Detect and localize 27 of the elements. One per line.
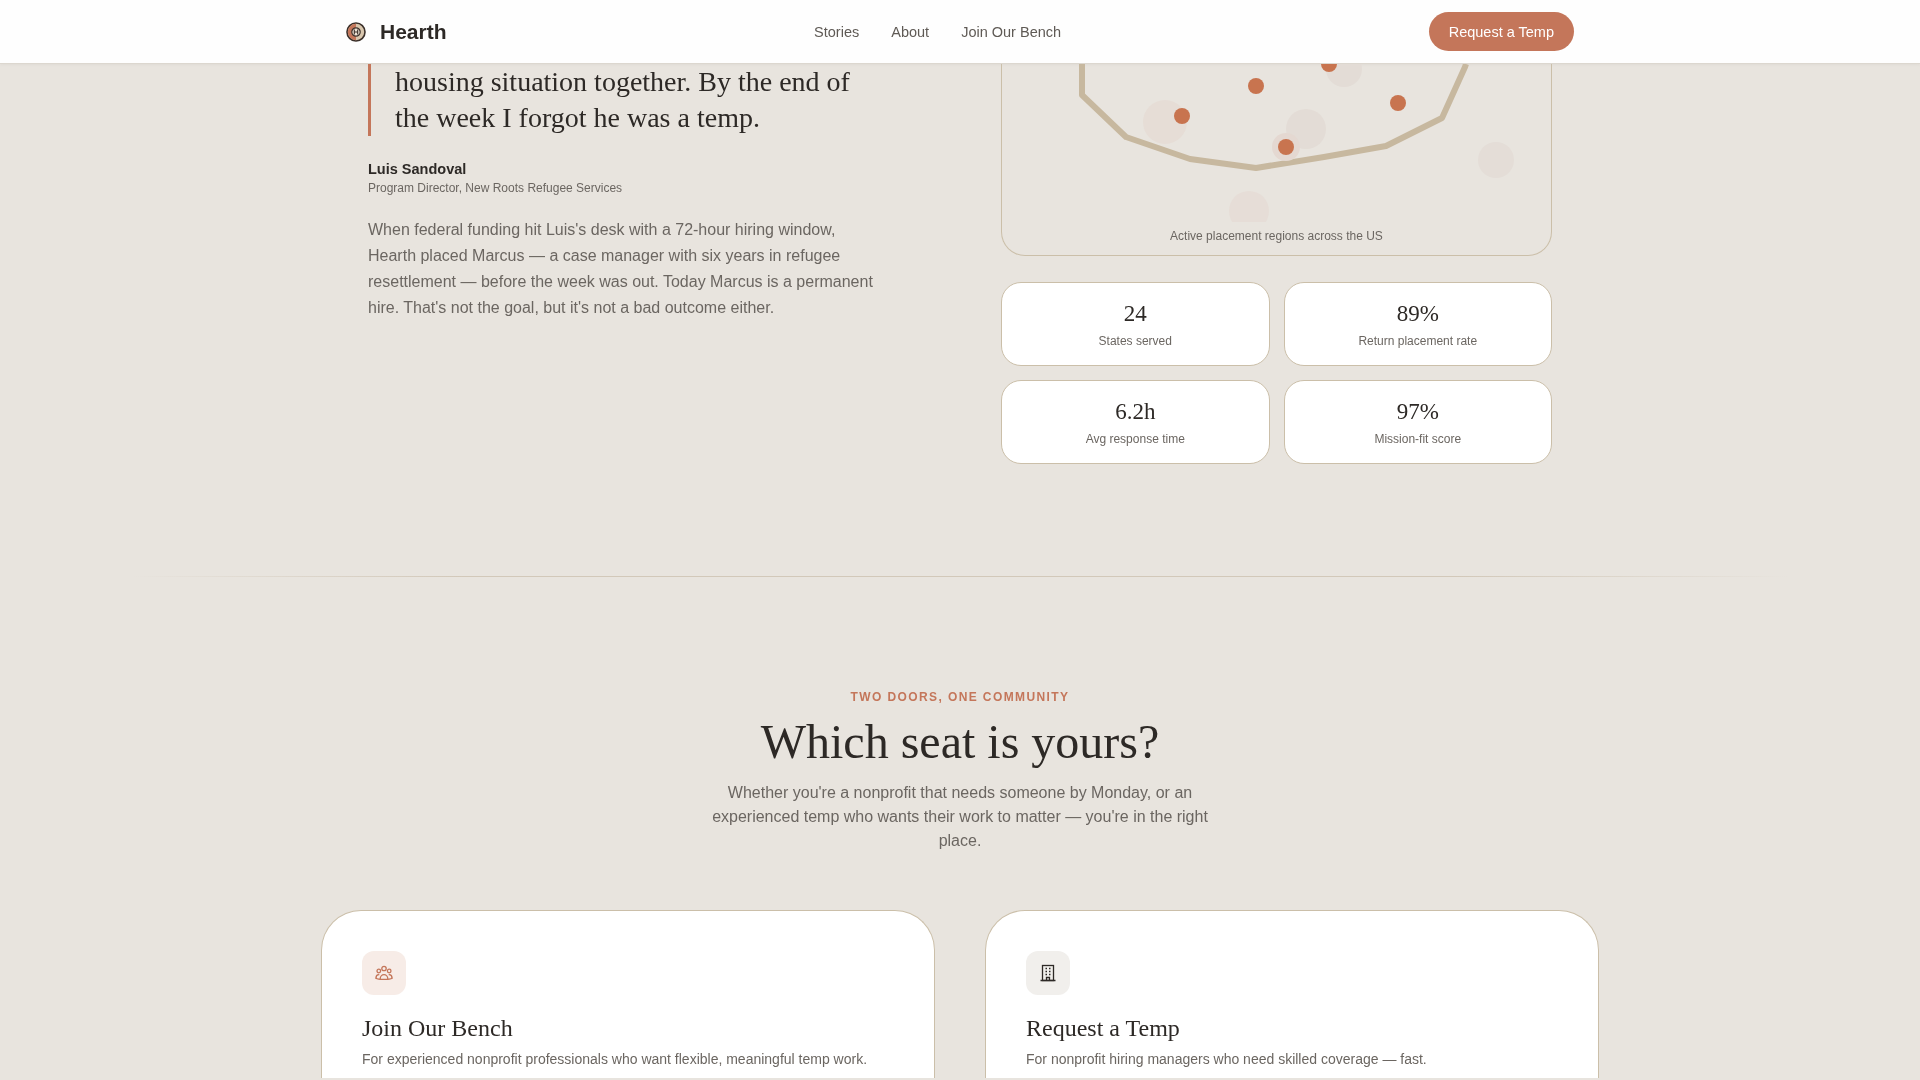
author-name: Luis Sandoval — [368, 160, 468, 179]
testimonial-quote: housing situation together. By the end of the week I forgot he was a temp. — [368, 64, 885, 136]
section-intro: Whether you're a nonprofit that needs someone by Monday, or an experienced temp who wants their work to matter — you're in the right place. — [711, 783, 1209, 851]
stat-label: Return placement rate — [1358, 332, 1478, 349]
stat-label: Avg response time — [1085, 430, 1185, 447]
card-description: For experienced nonprofit professionals who want flexible, meaningful temp work. — [362, 1050, 869, 1069]
stat-value: 24 — [1123, 299, 1147, 328]
people-group-icon — [362, 951, 406, 995]
card-title: Request a Temp — [1026, 1014, 1181, 1043]
story-paragraph: When federal funding hit Luis's desk with a 72-hour hiring window, Hearth placed Marcus — a case manager with six years in refugee resettlement — before the week was out. Today Marcus is a permanent hire. That's not the goal, but it's not a bad outcome either. — [368, 220, 874, 318]
card-title: Join Our Bench — [362, 1014, 514, 1043]
card-description: For nonprofit hiring managers who need skilled coverage — fast. — [1026, 1050, 1428, 1069]
nav-link[interactable]: Join Our Bench — [961, 23, 1062, 40]
logo-icon — [346, 21, 366, 42]
stat-label: States served — [1098, 332, 1172, 349]
brand-name[interactable]: Hearth — [380, 19, 447, 44]
nav-link[interactable]: Stories — [814, 23, 860, 40]
nav-link[interactable]: About — [891, 23, 930, 40]
map-caption: Active placement regions across the US — [1169, 228, 1384, 244]
building-icon — [1026, 951, 1070, 995]
stat-value: 97% — [1396, 397, 1439, 426]
author-role: Program Director, New Roots Refugee Services — [368, 180, 624, 197]
stat-value: 89% — [1396, 299, 1439, 328]
section-heading: Which seat is yours? — [760, 714, 1160, 769]
section-eyebrow: TWO DOORS, ONE COMMUNITY — [850, 689, 1070, 705]
stat-value: 6.2h — [1115, 397, 1156, 426]
stat-label: Mission-fit score — [1374, 430, 1462, 447]
